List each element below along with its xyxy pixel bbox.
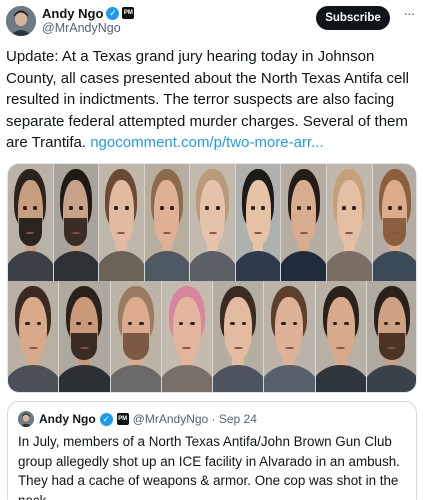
- tweet-text: Update: At a Texas grand jury hearing to…: [6, 46, 420, 154]
- quoted-tweet-text: In July, members of a North Texas Antifa…: [18, 434, 400, 500]
- mugshot-photo: [53, 164, 100, 281]
- mugshot-eye-r: [33, 206, 38, 210]
- mugshot-mouth: [182, 346, 192, 350]
- author-name[interactable]: Andy Ngo: [42, 6, 103, 21]
- mugshot-eye-r: [261, 206, 266, 210]
- mugshot-photo: [281, 164, 327, 281]
- mugshot-mouth: [233, 346, 243, 350]
- mugshot-eye-l: [230, 321, 235, 326]
- mugshot-face: [172, 296, 201, 359]
- mugshot-photo: [213, 281, 265, 392]
- mugshot-eye-r: [397, 206, 402, 210]
- mugshot-eye-l: [332, 321, 338, 326]
- mugshot-photo: [366, 281, 416, 392]
- mugshot-eye-r: [139, 321, 144, 326]
- tweet-media-image[interactable]: [7, 163, 417, 393]
- mugshot-eye-r: [78, 206, 83, 210]
- mugshot-eye-l: [387, 206, 392, 210]
- author-handle[interactable]: @MrAndyNgo: [42, 21, 121, 35]
- mugshot-eye-l: [25, 321, 30, 326]
- mugshot-eye-r: [170, 206, 175, 210]
- mugshot-photo: [8, 281, 60, 392]
- mugshot-photo: [190, 164, 236, 281]
- mugshot-row-1: [8, 164, 416, 281]
- mugshot-face: [275, 296, 304, 359]
- mugshot-eye-r: [344, 321, 349, 326]
- mugshot-mouth: [336, 346, 346, 350]
- mugshot-face: [224, 296, 253, 359]
- mugshot-eye-l: [68, 206, 73, 210]
- mugshot-eye-l: [23, 206, 28, 210]
- affiliate-badge-icon: PM: [122, 7, 135, 19]
- mugshot-shirt: [372, 250, 416, 281]
- mugshot-eye-l: [342, 206, 347, 210]
- mugshot-mouth: [79, 346, 89, 350]
- mugshot-photo: [99, 164, 145, 281]
- mugshot-eye-r: [306, 206, 311, 210]
- subscribe-button[interactable]: Subscribe: [316, 6, 390, 30]
- author-avatar[interactable]: [6, 6, 36, 36]
- mugshot-photo: [372, 164, 416, 281]
- mugshot-photo: [110, 281, 162, 392]
- mugshot-eye-l: [127, 321, 133, 326]
- mugshot-eye-r: [36, 321, 42, 326]
- quoted-handle-date: @MrAndyNgo · Sep 24: [132, 412, 257, 426]
- mugshot-photo: [235, 164, 282, 281]
- mugshot-row-2: [8, 281, 416, 392]
- mugshot-mouth: [284, 346, 294, 350]
- mugshot-photo: [326, 164, 373, 281]
- mugshot-eye-r: [215, 206, 220, 210]
- mugshot-eye-l: [250, 206, 255, 210]
- mugshot-face: [108, 180, 134, 245]
- mugshot-face: [245, 180, 271, 245]
- mugshot-eye-l: [114, 206, 119, 210]
- verified-badge-icon: ✓: [106, 6, 120, 20]
- mugshot-eye-l: [205, 206, 210, 210]
- avatar-image: [6, 6, 36, 36]
- mugshot-eye-l: [281, 321, 286, 326]
- mugshot-face: [19, 296, 48, 359]
- tweet-header: Andy Ngo ✓ PM @MrAndyNgo Subscribe ···: [0, 0, 423, 40]
- mugshot-eye-r: [124, 206, 129, 210]
- mugshot-face: [291, 180, 317, 245]
- mugshot-face: [336, 180, 362, 245]
- quoted-author-avatar: [18, 411, 34, 427]
- mugshot-eye-l: [76, 321, 81, 326]
- mugshot-eye-l: [296, 206, 301, 210]
- mugshot-eye-l: [159, 206, 164, 210]
- mugshot-photo: [264, 281, 316, 392]
- mugshot-face: [326, 296, 355, 359]
- mugshot-photo: [59, 281, 111, 392]
- mugshot-eye-r: [190, 321, 195, 326]
- mugshot-eye-r: [352, 206, 357, 210]
- mugshot-face: [154, 180, 180, 245]
- affiliate-badge-icon: PM: [116, 413, 129, 425]
- mugshot-mouth: [387, 346, 397, 350]
- author-name-row: Andy Ngo ✓ PM: [42, 5, 135, 21]
- quoted-author-name: Andy Ngo: [39, 412, 96, 426]
- mugshot-photo: [8, 164, 54, 281]
- more-options-icon[interactable]: ···: [400, 6, 418, 26]
- quoted-author-row: Andy Ngo ✓ PM @MrAndyNgo · Sep 24: [39, 411, 257, 427]
- tweet-link[interactable]: ngocomment.com/p/two-more-arr...: [90, 134, 323, 151]
- avatar-image: [18, 411, 34, 427]
- mugshot-face: [200, 180, 226, 245]
- mugshot-photo: [144, 164, 191, 281]
- mugshot-photo: [161, 281, 213, 392]
- mugshot-mouth: [28, 346, 38, 350]
- mugshot-eye-r: [395, 321, 400, 326]
- mugshot-eye-r: [241, 321, 247, 326]
- mugshot-photo: [315, 281, 367, 392]
- quoted-tweet[interactable]: Andy Ngo ✓ PM @MrAndyNgo · Sep 24 In Jul…: [7, 401, 417, 500]
- mugshot-mouth: [131, 346, 141, 350]
- verified-badge-icon: ✓: [99, 412, 113, 426]
